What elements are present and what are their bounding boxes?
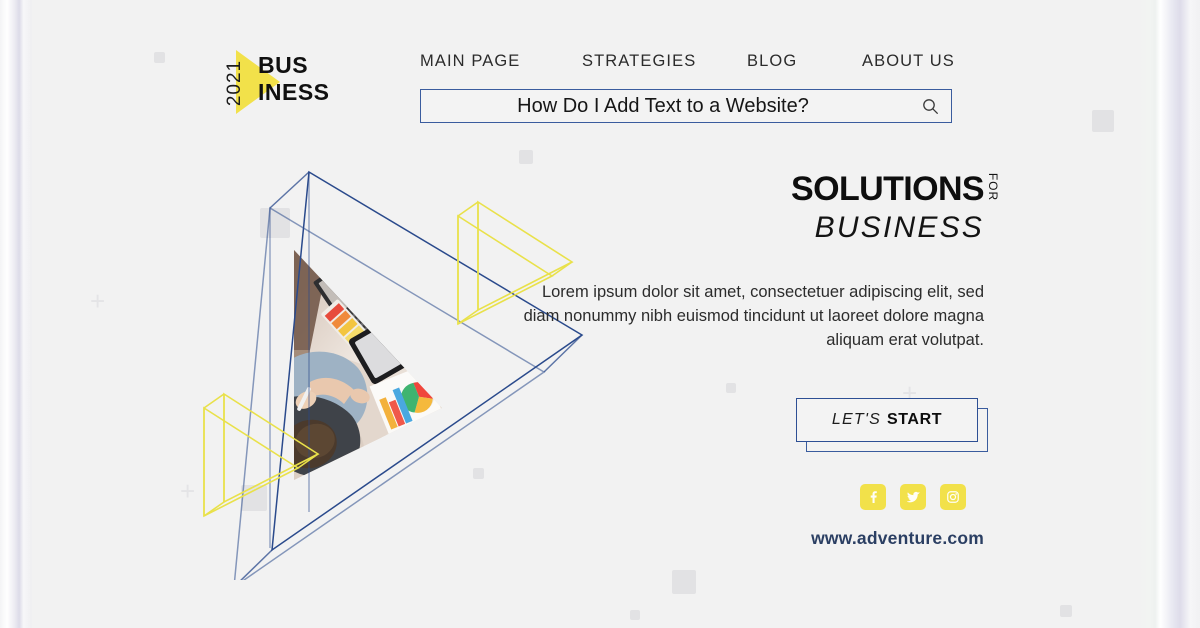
cta-wrapper: LET'S START [796,398,988,452]
hero-photo [294,250,442,480]
decor-square [630,610,640,620]
social-links [504,484,984,510]
website-url[interactable]: www.adventure.com [504,528,984,549]
headline-main: SOLUTIONS [791,170,985,208]
search-button[interactable] [909,90,951,122]
cta-emphasis-label: START [886,411,943,428]
nav-item-about-us[interactable]: ABOUT US [862,52,955,71]
main-navigation: MAIN PAGE STRATEGIES BLOG ABOUT US [420,52,955,71]
decor-plus: + [90,286,106,316]
headline-sub: BUSINESS [814,211,984,244]
facebook-glyph [870,491,877,503]
site-header: 2021 BUS INESS MAIN PAGE STRATEGIES BLOG… [32,0,1138,140]
nav-item-main-page[interactable]: MAIN PAGE [420,52,582,71]
nav-item-blog[interactable]: BLOG [747,52,862,71]
instagram-icon[interactable] [940,484,966,510]
logo-line-1: BUS [258,52,309,78]
decor-square [672,570,696,594]
search-input[interactable] [421,94,909,118]
hero-headline: SOLUTIONS FOR [791,170,1000,208]
facebook-icon[interactable] [860,484,886,510]
decor-square [1060,605,1072,617]
hero-content: SOLUTIONS FOR BUSINESS Lorem ipsum dolor… [504,170,1000,549]
nav-item-strategies[interactable]: STRATEGIES [582,52,747,71]
hero-body-text: Lorem ipsum dolor sit amet, consectetuer… [523,283,984,349]
headline-for-label: FOR [985,172,1000,202]
twitter-glyph [906,491,920,502]
lets-start-button[interactable]: LET'S START [796,398,978,442]
twitter-icon[interactable] [900,484,926,510]
search-bar[interactable] [420,89,952,123]
page-stage: + + + 2021 BUS INESS MAIN PAGE STRATEGIE… [32,0,1138,628]
page-edge-right [1138,0,1200,628]
page-edge-left [0,0,32,628]
search-icon [922,98,938,114]
site-logo[interactable]: 2021 BUS INESS [222,46,352,118]
logo-line-2: INESS [258,79,330,105]
logo-wordmark: BUS INESS [258,52,330,106]
cta-prefix-label: LET'S [831,411,881,428]
instagram-glyph [947,491,959,503]
logo-year: 2021 [224,59,246,107]
